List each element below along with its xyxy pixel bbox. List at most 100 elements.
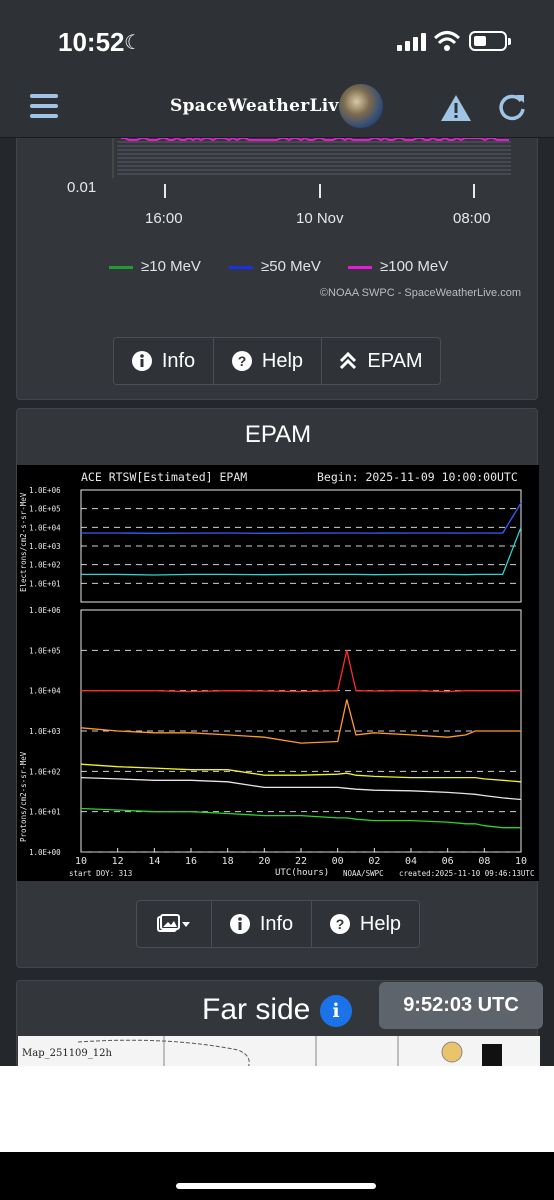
x-tick-label: 16:00 <box>145 210 183 227</box>
x-axis-label: UTC(hours) <box>275 868 329 878</box>
bottom-bar <box>0 1152 554 1200</box>
y-tick-label: 1.0E+06 <box>29 606 61 615</box>
y-tick-label: 1.0E+03 <box>29 542 61 551</box>
x-tick-label: 08 <box>478 856 490 867</box>
sun-globe-logo[interactable] <box>339 84 383 128</box>
moon-icon: ☾ <box>124 30 142 55</box>
chart-credit: ©NOAA SWPC - SpaceWeatherLive.com <box>320 287 521 299</box>
image-icon <box>157 914 191 934</box>
y-tick-label: 1.0E+00 <box>29 848 61 857</box>
y-tick-label: 1.0E+04 <box>29 687 61 696</box>
image-dropdown-button[interactable] <box>137 901 212 947</box>
y-tick-label: 1.0E+02 <box>29 561 61 570</box>
series-line <box>81 503 521 533</box>
epam-chart: ACE RTSW[Estimated] EPAM Begin: 2025-11-… <box>17 465 539 881</box>
x-tick-label: 10 <box>75 856 87 867</box>
refresh-icon[interactable] <box>497 92 527 122</box>
alert-triangle-icon[interactable] <box>440 94 472 122</box>
x-tick-label: 16 <box>185 856 197 867</box>
home-indicator[interactable] <box>176 1183 376 1189</box>
x-tick-label: 12 <box>112 856 124 867</box>
series-line <box>81 764 521 782</box>
series-line <box>81 700 521 744</box>
y-tick-label: 1.0E+03 <box>29 727 61 736</box>
y-tick-label: 1.0E+02 <box>29 767 61 776</box>
series-line <box>81 527 521 575</box>
y-tick-label: 1.0E+05 <box>29 646 61 655</box>
battery-icon <box>469 31 507 51</box>
chart-footer-mid: NOAA/SWPC <box>343 869 384 878</box>
blank-area <box>0 1066 554 1152</box>
utc-clock-badge: 9:52:03 UTC <box>379 982 543 1029</box>
legend-swatch <box>229 266 253 269</box>
legend-label: ≥100 MeV <box>380 258 448 275</box>
legend-label: ≥10 MeV <box>141 258 201 275</box>
info-button[interactable]: Info <box>212 901 312 947</box>
question-circle-icon: ? <box>330 914 350 934</box>
x-tick-label: 08:00 <box>453 210 491 227</box>
x-tick-label: 02 <box>368 856 380 867</box>
y-tick-label: 1.0E+04 <box>29 523 61 532</box>
chart-begin-label: Begin: 2025-11-09 10:00:00UTC <box>317 470 518 484</box>
question-circle-icon: ? <box>232 351 252 371</box>
y-tick-label: 1.0E+01 <box>29 808 61 817</box>
farside-map-image[interactable]: Map_251109_12h <box>18 1036 540 1068</box>
info-circle-icon <box>132 351 152 371</box>
epam-toggle-button[interactable]: EPAM <box>322 338 440 384</box>
chart-footer-right: created:2025-11-10 09:46:13UTC <box>399 869 534 878</box>
svg-text:?: ? <box>238 353 247 369</box>
proton-flux-panel: 0.01 16:00 10 Nov 08:00 ≥10 MeV ≥50 MeV … <box>16 138 538 400</box>
help-button-label: Help <box>262 350 303 373</box>
y-tick-label: 0.01 <box>67 179 96 196</box>
y-tick-label: 1.0E+06 <box>29 486 61 495</box>
help-button-label: Help <box>360 913 401 936</box>
legend-label: ≥50 MeV <box>261 258 321 275</box>
y-axis-label: Electrons/cm2-s-sr-MeV <box>19 492 28 592</box>
x-tick-label: 10 <box>515 856 527 867</box>
proton-chart-button-group: Info ? Help EPAM <box>113 337 441 385</box>
map-lines <box>18 1036 540 1068</box>
cellular-signal-icon <box>397 33 427 51</box>
x-tick-label: 14 <box>148 856 160 867</box>
status-time: 10:52 <box>58 27 125 58</box>
legend-item[interactable]: ≥10 MeV <box>109 258 201 275</box>
legend-item[interactable]: ≥100 MeV <box>348 258 448 275</box>
y-axis-label: Protons/cm2-s-sr-MeV <box>19 751 28 842</box>
epam-panel: EPAM ACE RTSW[Estimated] EPAM Begin: 202… <box>16 408 538 968</box>
wifi-icon <box>434 30 460 52</box>
x-tick-label: 10 Nov <box>296 210 344 227</box>
x-tick-label: 22 <box>295 856 307 867</box>
section-title: EPAM <box>17 421 539 449</box>
x-tick-label: 06 <box>442 856 454 867</box>
series-line <box>81 778 521 800</box>
top-navbar: SpaceWeatherLive <box>0 84 554 138</box>
epam-button-label: EPAM <box>367 350 422 373</box>
x-tick-label: 20 <box>258 856 270 867</box>
chart-footer-left: start DOY: 313 <box>69 869 132 878</box>
epam-chart-image[interactable]: ACE RTSW[Estimated] EPAM Begin: 2025-11-… <box>17 465 539 881</box>
legend-swatch <box>109 266 133 269</box>
legend-item[interactable]: ≥50 MeV <box>229 258 321 275</box>
section-title: Far side <box>202 993 310 1027</box>
y-tick-label: 1.0E+05 <box>29 505 61 514</box>
x-tick-label: 00 <box>332 856 344 867</box>
x-tick-label: 04 <box>405 856 417 867</box>
series-line <box>81 650 521 691</box>
info-circle-icon[interactable]: i <box>320 995 352 1027</box>
site-logo-text[interactable]: SpaceWeatherLive <box>170 96 350 116</box>
info-button[interactable]: Info <box>114 338 214 384</box>
chart-title: ACE RTSW[Estimated] EPAM <box>81 470 247 484</box>
info-circle-icon <box>230 914 250 934</box>
legend-swatch <box>348 266 372 269</box>
x-tick-label: 18 <box>222 856 234 867</box>
svg-text:?: ? <box>336 916 345 932</box>
info-button-label: Info <box>260 913 293 936</box>
epam-button-group: Info ? Help <box>136 900 420 948</box>
double-chevron-up-icon <box>339 351 357 371</box>
menu-icon[interactable] <box>30 94 58 120</box>
help-button[interactable]: ? Help <box>214 338 322 384</box>
info-button-label: Info <box>162 350 195 373</box>
series-line-100mev <box>121 138 509 140</box>
status-bar: 10:52 ☾ <box>0 0 554 84</box>
help-button[interactable]: ? Help <box>312 901 419 947</box>
